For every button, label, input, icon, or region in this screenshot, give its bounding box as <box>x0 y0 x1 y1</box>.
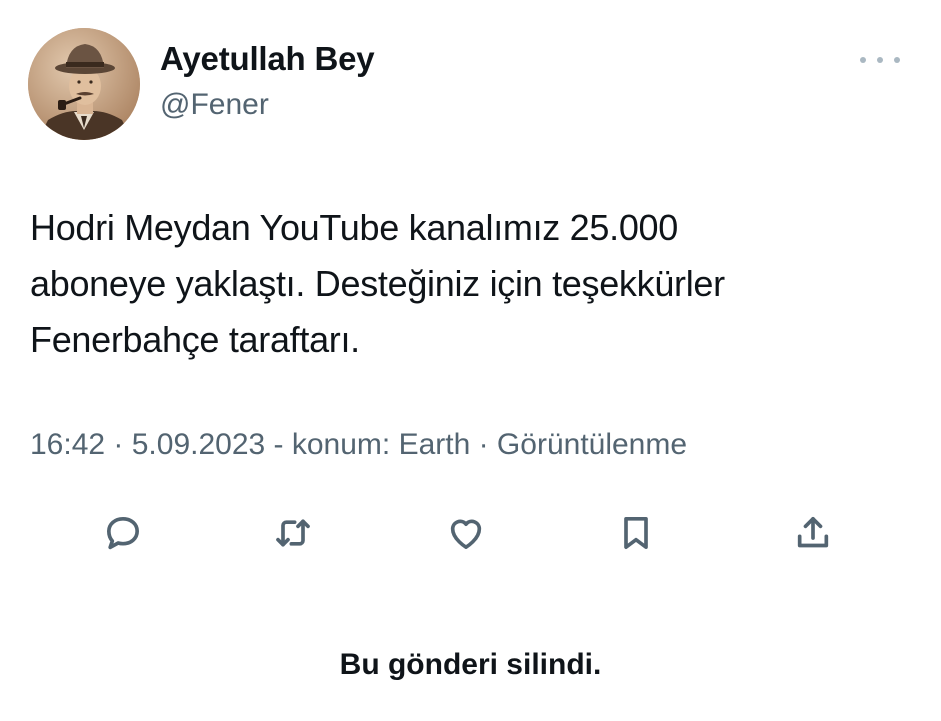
tweet-text: Hodri Meydan YouTube kanalımız 25.000 ab… <box>30 200 910 368</box>
more-options-icon[interactable] <box>860 50 900 70</box>
reply-button[interactable] <box>100 510 146 556</box>
speech-bubble-icon <box>107 517 140 550</box>
display-name[interactable]: Ayetullah Bey <box>160 40 375 78</box>
tweet-text-line: Hodri Meydan YouTube kanalımız 25.000 <box>30 207 678 248</box>
like-button[interactable] <box>443 510 489 556</box>
bookmark-icon <box>624 517 648 549</box>
bookmark-button[interactable] <box>613 510 659 556</box>
retweet-icon <box>276 519 310 547</box>
more-dot <box>860 57 866 63</box>
retweet-button[interactable] <box>270 510 316 556</box>
deleted-notice: Bu gönderi silindi. <box>339 648 602 681</box>
more-dot <box>894 57 900 63</box>
share-icon <box>797 517 829 548</box>
tweet-metadata[interactable]: 16:42 · 5.09.2023 - konum: Earth · Görün… <box>30 428 687 462</box>
share-button[interactable] <box>790 510 836 556</box>
username-handle[interactable]: @Fener <box>160 88 269 122</box>
heart-icon <box>450 519 482 549</box>
tweet-text-line: aboneye yaklaştı. Desteğiniz için teşekk… <box>30 263 725 304</box>
tweet-text-line: Fenerbahçe taraftarı. <box>30 319 360 360</box>
more-dot <box>877 57 883 63</box>
avatar[interactable] <box>28 28 140 140</box>
